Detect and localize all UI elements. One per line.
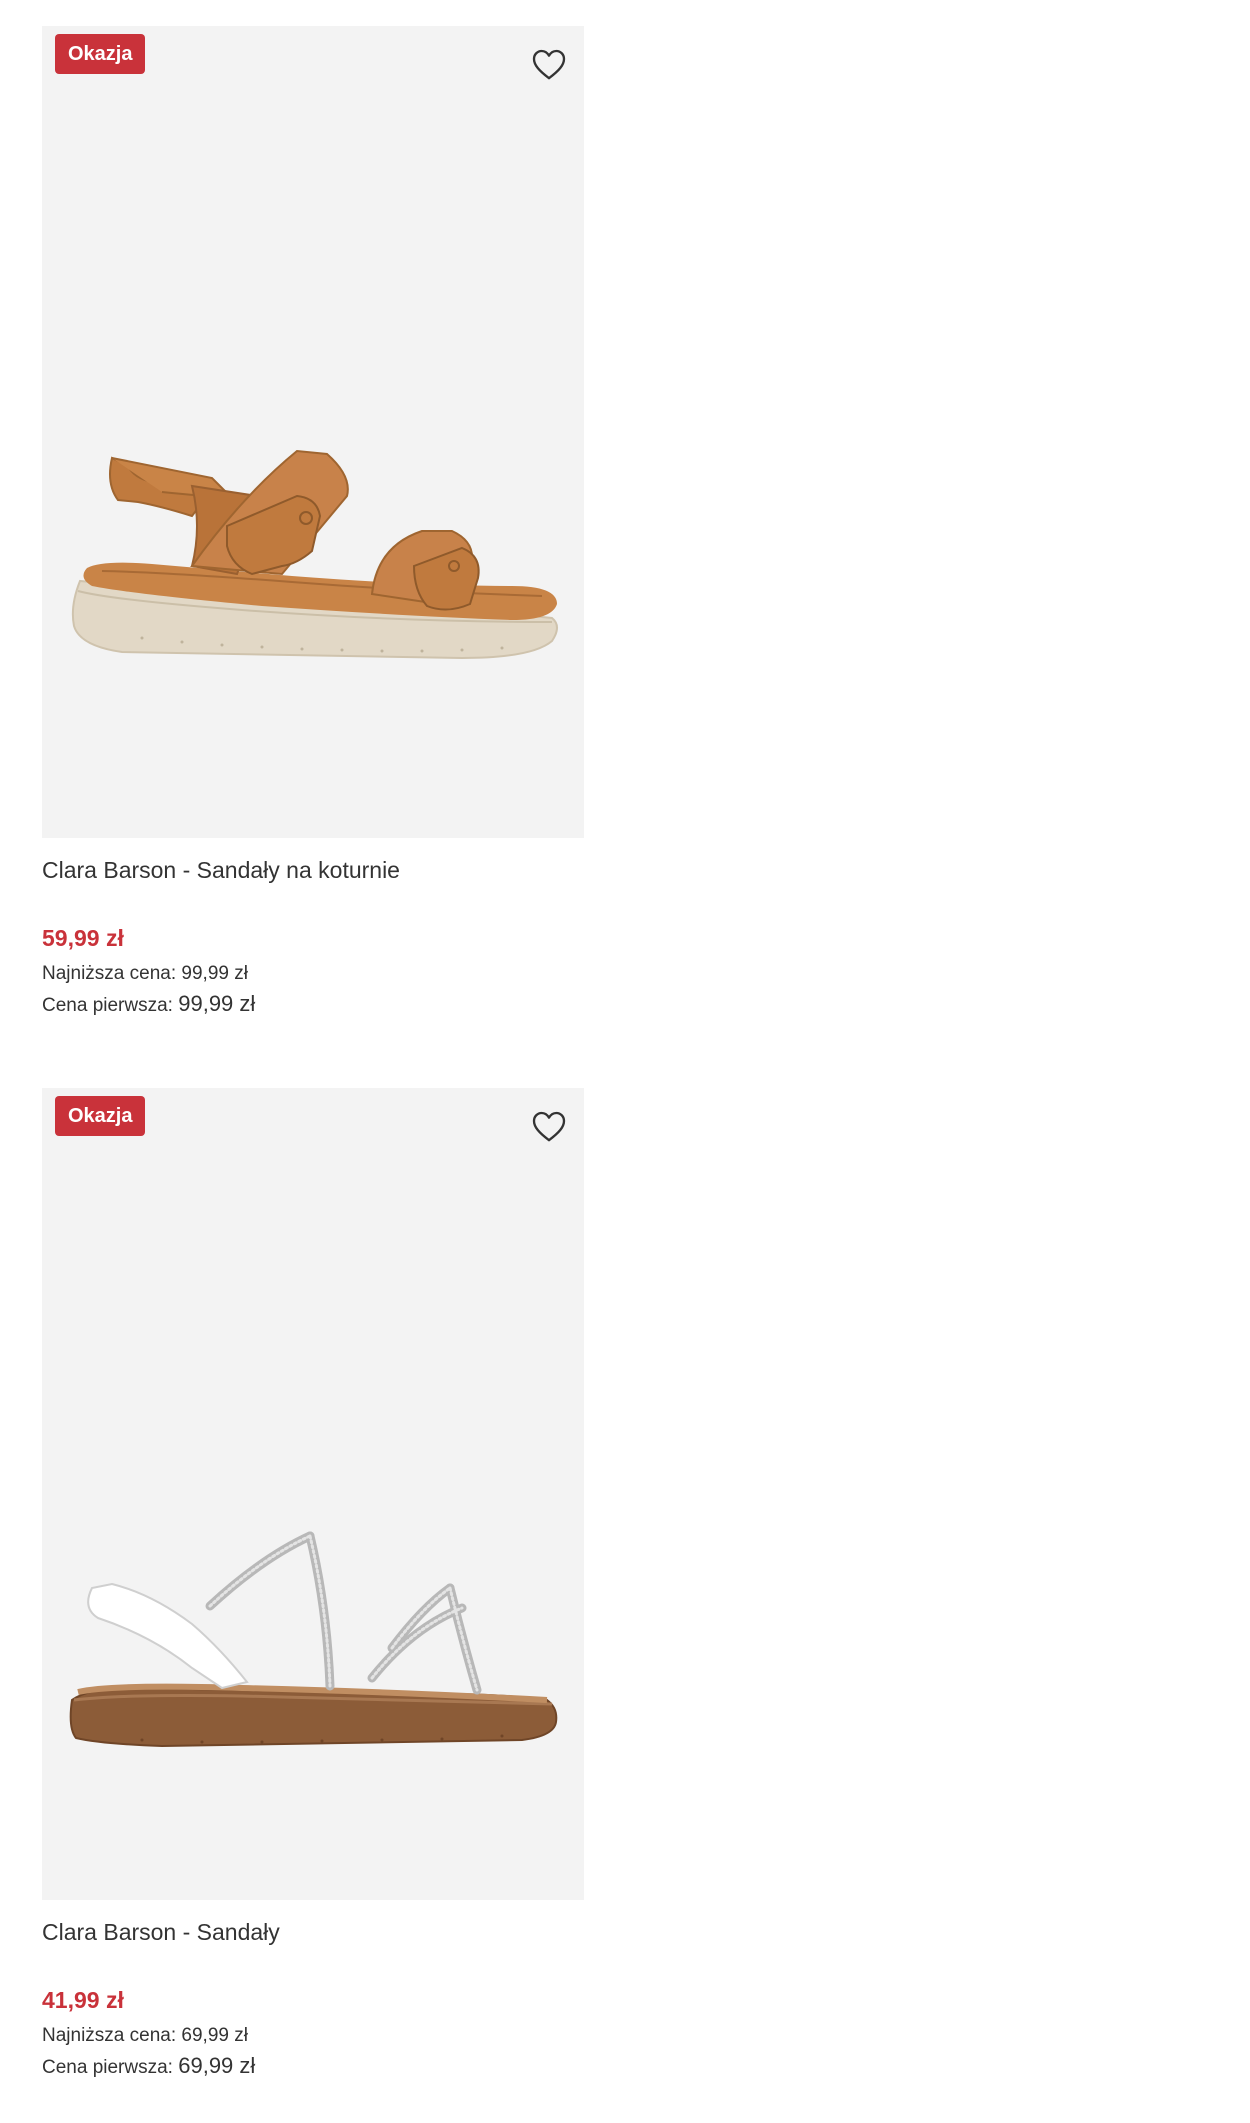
product-card[interactable]: Okazja Clara Barson - Sandały na koturni… [42, 26, 584, 1021]
original-price-label: Cena pierwsza: [42, 2057, 179, 2078]
original-price-line: Cena pierwsza: 69,99 zł [42, 2051, 584, 2083]
product-image-silver-strap-sandal[interactable] [42, 1088, 584, 1900]
product-title[interactable]: Clara Barson - Sandały [42, 1917, 584, 1947]
lowest-price-line: Najniższa cena: 69,99 zł [42, 2021, 584, 2051]
heart-outline-icon[interactable] [529, 1106, 569, 1146]
heart-outline-icon[interactable] [529, 44, 569, 84]
product-title[interactable]: Clara Barson - Sandały na koturnie [42, 855, 584, 885]
lowest-price-label: Najniższa cena: [42, 2025, 182, 2046]
original-price-line: Cena pierwsza: 99,99 zł [42, 989, 584, 1021]
lowest-price-label: Najniższa cena: [42, 963, 182, 984]
original-price-value: 69,99 zł [178, 2053, 256, 2078]
original-price-label: Cena pierwsza: [42, 995, 179, 1016]
sale-badge: Okazja [55, 34, 146, 74]
product-image-tan-wedge-sandal[interactable] [42, 26, 584, 838]
product-card[interactable]: Okazja Clara Barson - Sandały 41,99 zł N… [42, 1088, 584, 2083]
lowest-price-value: 69,99 zł [181, 2025, 248, 2046]
sale-price: 59,99 zł [42, 925, 124, 951]
sale-badge: Okazja [55, 1096, 146, 1136]
sale-price: 41,99 zł [42, 1987, 124, 2013]
product-image-box[interactable]: Okazja [42, 26, 584, 838]
lowest-price-value: 99,99 zł [181, 963, 248, 984]
original-price-value: 99,99 zł [178, 991, 256, 1016]
lowest-price-line: Najniższa cena: 99,99 zł [42, 959, 584, 989]
product-image-box[interactable]: Okazja [42, 1088, 584, 1900]
